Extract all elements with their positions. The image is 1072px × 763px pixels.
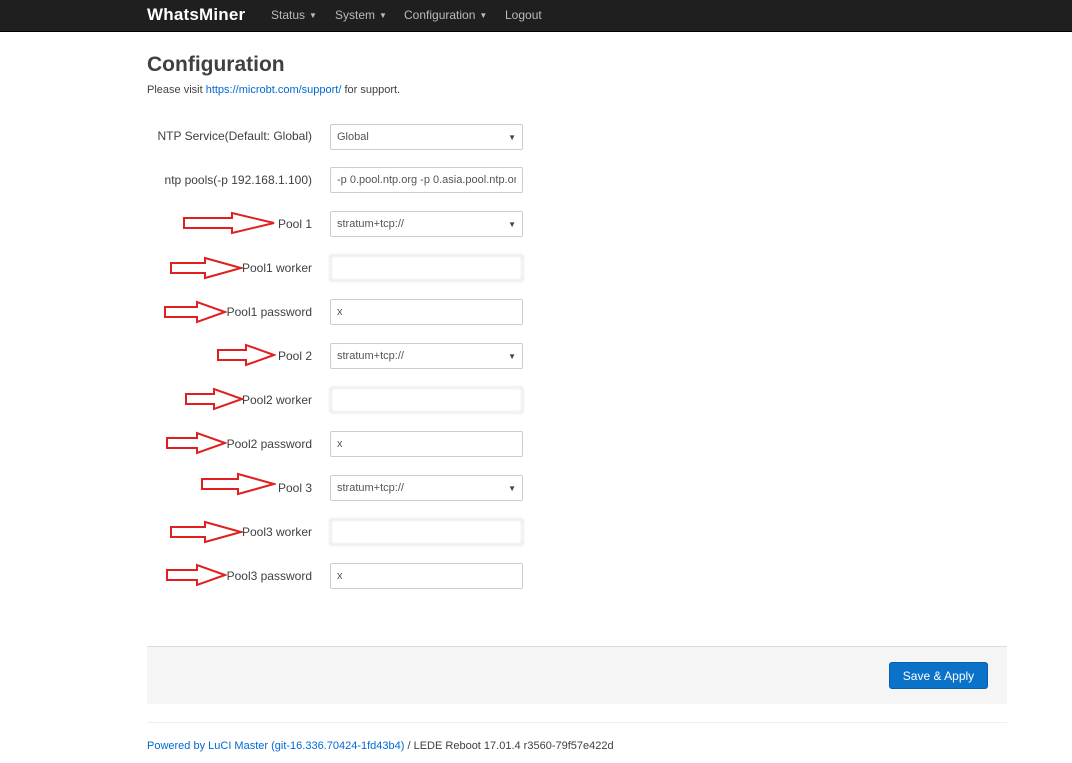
annotation-arrow-icon bbox=[166, 431, 227, 455]
brand-logo[interactable]: WhatsMiner bbox=[147, 5, 245, 25]
footer-version-text: / LEDE Reboot 17.01.4 r3560-79f57e422d bbox=[404, 740, 614, 752]
pool2-password-label: Pool2 password bbox=[226, 437, 312, 451]
menu-logout[interactable]: Logout bbox=[505, 8, 542, 22]
pool1-worker-label: Pool1 worker bbox=[241, 261, 312, 275]
luci-version-link[interactable]: Powered by LuCI Master (git-16.336.70424… bbox=[147, 740, 404, 752]
chevron-down-icon: ▼ bbox=[508, 351, 516, 361]
pool3-label: Pool 3 bbox=[277, 481, 312, 495]
annotation-arrow-icon bbox=[201, 472, 276, 496]
chevron-down-icon: ▼ bbox=[309, 11, 317, 20]
pool3-select[interactable]: stratum+tcp:// ▼ bbox=[330, 475, 523, 501]
menu-configuration[interactable]: Configuration ▼ bbox=[404, 8, 487, 22]
annotation-arrow-icon bbox=[164, 300, 227, 324]
pool1-worker-input[interactable] bbox=[330, 255, 523, 281]
footer: Powered by LuCI Master (git-16.336.70424… bbox=[147, 740, 614, 752]
pool3-worker-input[interactable] bbox=[330, 519, 523, 545]
chevron-down-icon: ▼ bbox=[479, 11, 488, 20]
page-title: Configuration bbox=[147, 53, 285, 76]
ntp-service-label: NTP Service(Default: Global) bbox=[157, 129, 313, 143]
pool3-value: stratum+tcp:// bbox=[337, 482, 404, 494]
desc-suffix: for support. bbox=[341, 84, 401, 96]
footer-divider bbox=[147, 722, 1007, 723]
chevron-down-icon: ▼ bbox=[508, 132, 516, 142]
chevron-down-icon: ▼ bbox=[508, 483, 516, 493]
annotation-arrow-icon bbox=[183, 211, 275, 235]
ntp-pools-input[interactable] bbox=[330, 167, 523, 193]
pool1-password-input[interactable] bbox=[330, 299, 523, 325]
menu-status[interactable]: Status ▼ bbox=[271, 8, 317, 22]
pool1-password-label: Pool1 password bbox=[226, 305, 312, 319]
menu-configuration-label: Configuration bbox=[404, 8, 476, 22]
menu-system[interactable]: System ▼ bbox=[335, 8, 387, 22]
pool3-password-input[interactable] bbox=[330, 563, 523, 589]
menu-system-label: System bbox=[335, 8, 376, 22]
pool2-password-input[interactable] bbox=[330, 431, 523, 457]
pool2-select[interactable]: stratum+tcp:// ▼ bbox=[330, 343, 523, 369]
pool1-label: Pool 1 bbox=[277, 217, 312, 231]
pool1-select[interactable]: stratum+tcp:// ▼ bbox=[330, 211, 523, 237]
chevron-down-icon: ▼ bbox=[508, 219, 516, 229]
chevron-down-icon: ▼ bbox=[379, 11, 387, 20]
desc-prefix: Please visit bbox=[147, 84, 206, 96]
pool1-value: stratum+tcp:// bbox=[337, 218, 404, 230]
support-link[interactable]: https://microbt.com/support/ bbox=[206, 84, 342, 96]
pool3-password-label: Pool3 password bbox=[226, 569, 312, 583]
annotation-arrow-icon bbox=[185, 387, 244, 411]
pool2-worker-input[interactable] bbox=[330, 387, 523, 413]
top-navbar: WhatsMiner Status ▼ System ▼ Configuration… bbox=[0, 0, 1072, 32]
form-actions-bar: Save & Apply bbox=[147, 646, 1007, 704]
pool3-worker-label: Pool3 worker bbox=[241, 525, 312, 539]
menu-status-label: Status bbox=[271, 8, 306, 22]
pool2-worker-label: Pool2 worker bbox=[241, 393, 312, 407]
annotation-arrow-icon bbox=[217, 343, 276, 367]
annotation-arrow-icon bbox=[166, 563, 227, 587]
ntp-service-select[interactable]: Global ▼ bbox=[330, 124, 523, 150]
ntp-pools-label: ntp pools(-p 192.168.1.100) bbox=[164, 173, 312, 187]
save-apply-button[interactable]: Save & Apply bbox=[889, 662, 988, 689]
annotation-arrow-icon bbox=[170, 520, 243, 544]
ntp-service-value: Global bbox=[337, 131, 369, 143]
page-description: Please visit https://microbt.com/support… bbox=[147, 84, 400, 96]
pool2-value: stratum+tcp:// bbox=[337, 350, 404, 362]
annotation-arrow-icon bbox=[170, 256, 243, 280]
pool2-label: Pool 2 bbox=[277, 349, 312, 363]
